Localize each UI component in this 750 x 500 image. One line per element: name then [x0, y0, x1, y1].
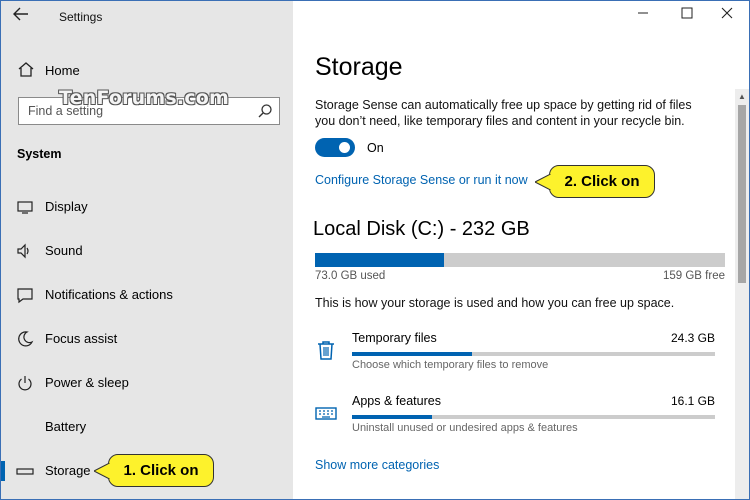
- close-icon: [721, 7, 733, 19]
- scrollbar-thumb[interactable]: [738, 105, 746, 283]
- callout-text: 2. Click on: [564, 173, 640, 190]
- disk-free-label: 159 GB free: [662, 270, 725, 282]
- sidebar-item-label: Battery: [45, 419, 87, 434]
- app-title: Settings: [59, 10, 103, 24]
- notifications-icon: [15, 286, 35, 304]
- maximize-button[interactable]: [671, 7, 703, 27]
- trash-icon: [315, 339, 337, 361]
- category-bar: [352, 415, 715, 419]
- category-temporary-files[interactable]: Temporary files 24.3 GB Choose which tem…: [315, 331, 725, 381]
- back-button[interactable]: [13, 7, 37, 27]
- toggle-knob: [339, 142, 350, 153]
- sidebar-item-sound[interactable]: Sound: [1, 239, 293, 263]
- sidebar-item-notifications[interactable]: Notifications & actions: [1, 283, 293, 307]
- category-name: Temporary files: [352, 331, 437, 345]
- callout-two: 2. Click on: [535, 165, 655, 198]
- keyboard-icon: [315, 402, 337, 424]
- sidebar-item-power-sleep[interactable]: Power & sleep: [1, 371, 293, 395]
- disk-used-label: 73.0 GB used: [315, 270, 386, 282]
- power-icon: [15, 374, 35, 392]
- storage-icon: [15, 462, 35, 480]
- settings-window: Settings Home Find a setting TenForums.c…: [0, 0, 750, 500]
- callout-pointer: [94, 463, 110, 479]
- callout-one: 1. Click on: [94, 454, 214, 487]
- sound-icon: [15, 242, 35, 260]
- display-icon: [15, 198, 35, 216]
- scrollbar[interactable]: ▲: [735, 89, 749, 499]
- callout-text: 1. Click on: [123, 462, 199, 479]
- back-arrow-icon: [13, 7, 28, 21]
- sidebar-item-focus-assist[interactable]: Focus assist: [1, 327, 293, 351]
- sidebar-item-label: Notifications & actions: [45, 287, 173, 302]
- storage-sense-description: Storage Sense can automatically free up …: [315, 98, 692, 128]
- disk-usage-bar: [315, 253, 725, 267]
- battery-icon: [15, 418, 35, 436]
- minimize-button[interactable]: [627, 7, 659, 27]
- configure-storage-sense-link[interactable]: Configure Storage Sense or run it now: [315, 173, 528, 187]
- home-label: Home: [45, 62, 80, 78]
- maximize-icon: [681, 7, 693, 19]
- watermark: TenForums.com: [59, 87, 230, 109]
- sidebar: Settings Home Find a setting TenForums.c…: [1, 1, 293, 499]
- sidebar-item-display[interactable]: Display: [1, 195, 293, 219]
- sidebar-item-label: Power & sleep: [45, 375, 129, 390]
- category-apps-features[interactable]: Apps & features 16.1 GB Uninstall unused…: [315, 394, 725, 444]
- minimize-icon: [638, 12, 648, 14]
- page-title: Storage: [315, 53, 403, 81]
- category-subtext: Uninstall unused or undesired apps & fea…: [352, 422, 578, 434]
- show-more-categories-link[interactable]: Show more categories: [315, 458, 439, 472]
- category-bar-fill: [352, 415, 432, 419]
- toggle-state-label: On: [367, 141, 384, 155]
- sidebar-item-label: Display: [45, 199, 88, 214]
- category-name: Apps & features: [352, 394, 441, 408]
- category-size: 16.1 GB: [670, 394, 715, 408]
- sidebar-item-home[interactable]: Home: [17, 61, 80, 79]
- disk-usage-fill: [315, 253, 445, 267]
- close-button[interactable]: [711, 7, 743, 27]
- category-bar: [352, 352, 715, 356]
- sidebar-item-label: Focus assist: [45, 331, 118, 346]
- scroll-up-icon: ▲: [738, 92, 746, 101]
- disk-title: Local Disk (C:) - 232 GB: [313, 218, 530, 240]
- sidebar-item-battery[interactable]: Battery: [1, 415, 293, 439]
- home-icon: [17, 61, 35, 80]
- section-title: System: [17, 147, 62, 161]
- category-subtext: Choose which temporary files to remove: [352, 359, 549, 371]
- callout-pointer: [535, 174, 551, 190]
- focus-assist-icon: [15, 330, 35, 348]
- search-icon: [257, 103, 273, 119]
- category-size: 24.3 GB: [670, 331, 715, 345]
- usage-hint: This is how your storage is used and how…: [315, 296, 675, 310]
- main-panel: Storage Storage Sense can automatically …: [293, 1, 749, 499]
- sidebar-item-label: Sound: [45, 243, 83, 258]
- sidebar-item-label: Storage: [45, 463, 91, 478]
- category-bar-fill: [352, 352, 472, 356]
- selection-indicator: [1, 461, 5, 481]
- storage-sense-toggle[interactable]: [315, 138, 355, 157]
